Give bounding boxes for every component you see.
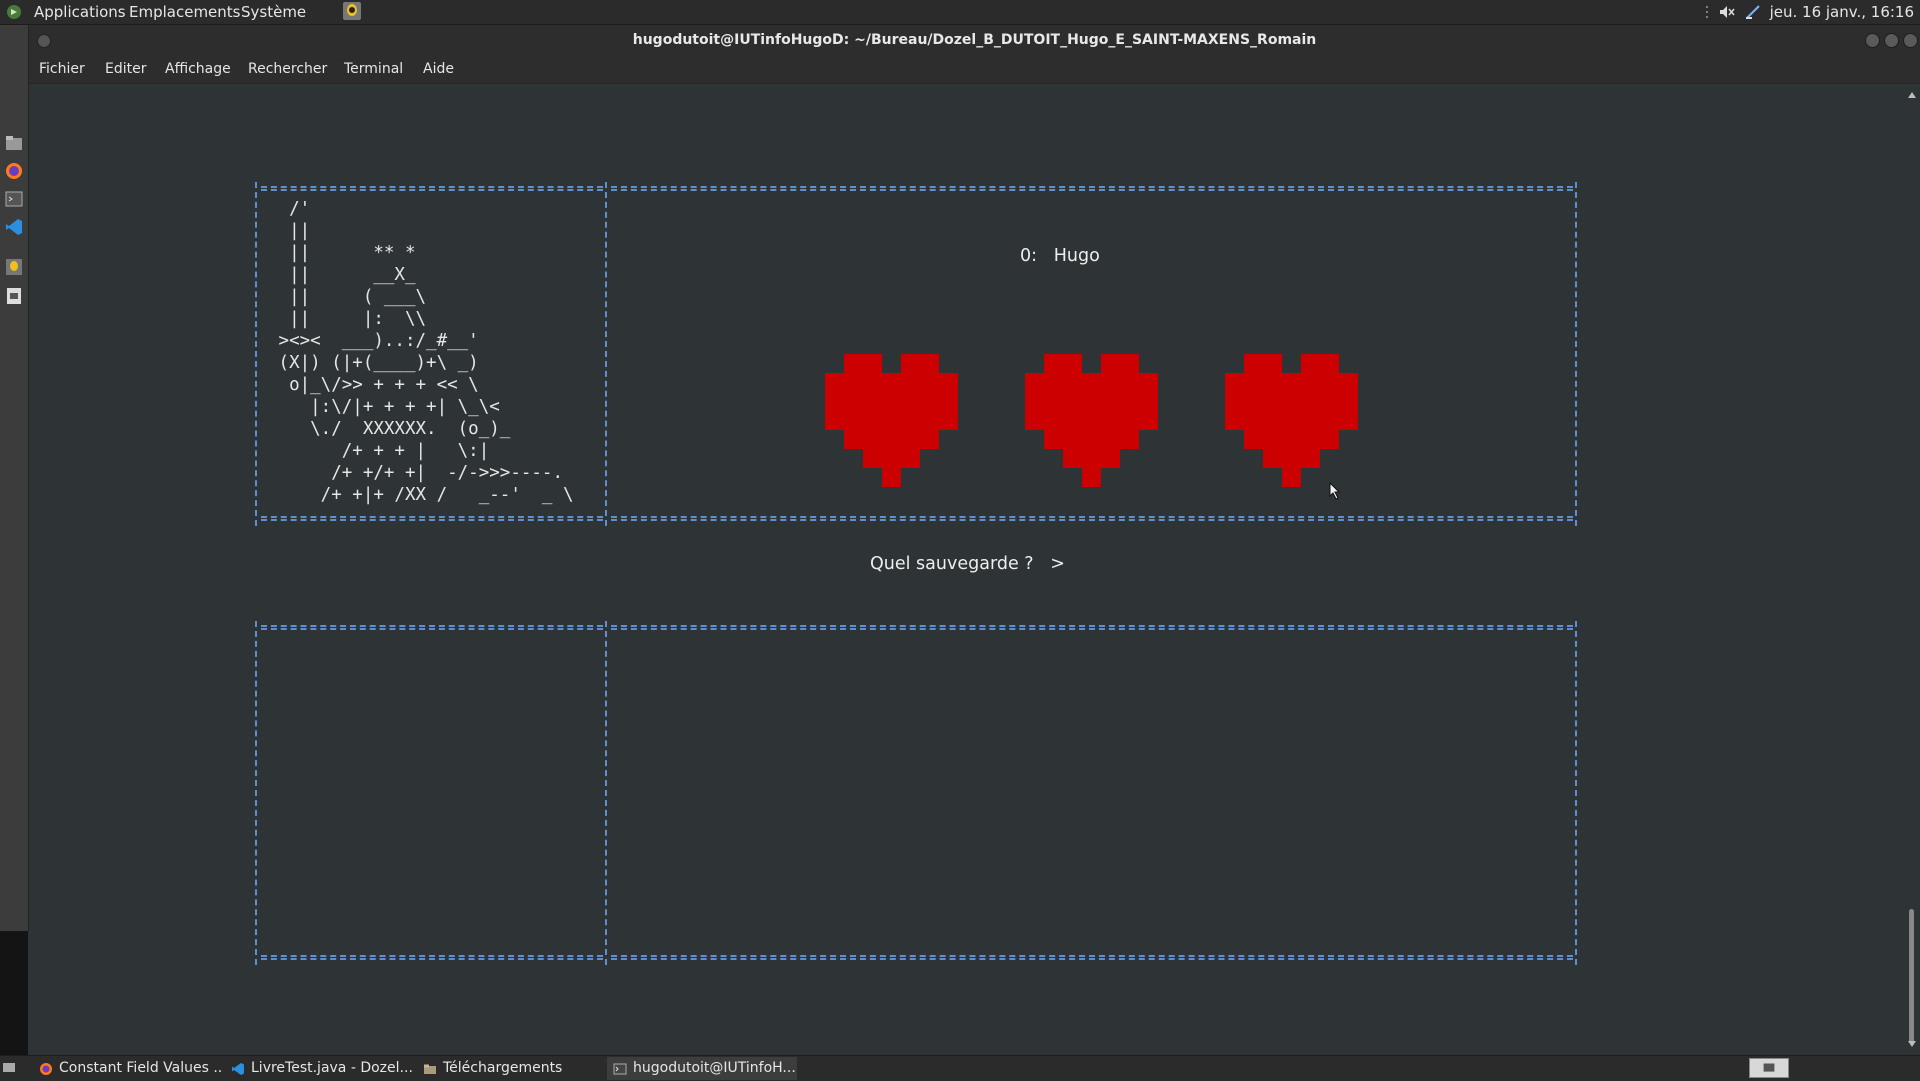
tux-icon[interactable] (5, 258, 23, 276)
menu-editer[interactable]: Editer (105, 55, 146, 83)
heart-icon (1025, 354, 1158, 487)
save-slot-entry: 0: Hugo (1020, 246, 1100, 266)
frame-mid-left (261, 516, 603, 521)
frame2-right-edge (1575, 621, 1577, 965)
network-icon[interactable] (1744, 3, 1762, 21)
maximize-button[interactable] (1884, 33, 1899, 48)
workspace-switcher[interactable] (1749, 1058, 1789, 1078)
menu-aide[interactable]: Aide (423, 55, 454, 83)
workspace-window-icon (1763, 1063, 1775, 1072)
system-menu[interactable]: Système (241, 0, 306, 24)
window-titlebar[interactable]: hugodutoit@IUTinfoHugoD: ~/Bureau/Dozel_… (29, 25, 1920, 55)
taskbar: Constant Field Values ... LivreTest.java… (0, 1055, 1920, 1081)
frame2-top-right (611, 625, 1573, 630)
frame2-top-left (261, 625, 603, 630)
terminal-icon[interactable] (5, 190, 23, 208)
save-prompt: Quel sauvegarde ? > (870, 554, 1065, 574)
task-label: Téléchargements (443, 1060, 563, 1076)
menu-fichier[interactable]: Fichier (39, 55, 85, 83)
menu-affichage[interactable]: Affichage (165, 55, 231, 83)
heart-icon (1225, 354, 1358, 487)
clock[interactable]: jeu. 16 janv., 16:16 (1770, 3, 1914, 21)
terminal-icon (613, 1063, 627, 1074)
window-menu-button[interactable] (37, 34, 51, 48)
frame2-bottom-left (261, 955, 603, 960)
volume-muted-icon[interactable] (1718, 3, 1736, 21)
applications-menu[interactable]: Applications (34, 0, 126, 24)
task-vscode[interactable]: LivreTest.java - Dozel... (225, 1057, 415, 1080)
show-desktop-icon[interactable] (2, 1060, 16, 1074)
window-title: hugodutoit@IUTinfoHugoD: ~/Bureau/Dozel_… (632, 32, 1317, 48)
task-terminal[interactable]: hugodutoit@IUTinfoH... (607, 1057, 797, 1080)
folder-icon (424, 1064, 436, 1074)
frame2-left-edge (255, 621, 257, 965)
menubar: Fichier Editer Affichage Rechercher Term… (29, 55, 1920, 84)
task-label: Constant Field Values ... (59, 1060, 223, 1076)
firefox-icon (40, 1062, 52, 1075)
frame-top-right (611, 186, 1573, 191)
scrollbar-thumb[interactable] (1909, 909, 1914, 1044)
frame2-divider (605, 621, 607, 965)
task-downloads[interactable]: Téléchargements (417, 1057, 607, 1080)
tux-launcher-icon[interactable] (342, 1, 362, 21)
system-tray: jeu. 16 janv., 16:16 (1704, 0, 1920, 24)
scrollbar[interactable] (1903, 84, 1920, 1055)
firefox-icon[interactable] (5, 162, 23, 180)
task-label: hugodutoit@IUTinfoH... (633, 1060, 796, 1076)
terminal-window: hugodutoit@IUTinfoHugoD: ~/Bureau/Dozel_… (29, 25, 1920, 1055)
frame-mid-right (611, 516, 1573, 521)
task-firefox[interactable]: Constant Field Values ... (33, 1057, 223, 1080)
top-panel: Applications Emplacements Système jeu. 1… (0, 0, 1920, 25)
frame-top-left (261, 186, 603, 191)
frame-divider (605, 182, 607, 526)
menu-rechercher[interactable]: Rechercher (248, 55, 327, 83)
knight-ascii-art: /' || || ** * || __X_ || ( ___\ || |: \\… (278, 199, 574, 505)
minimize-button[interactable] (1865, 33, 1880, 48)
file-manager-icon[interactable] (5, 134, 23, 152)
vscode-icon (232, 1062, 244, 1075)
left-dock (0, 25, 29, 931)
scroll-up-arrow-icon[interactable] (1908, 92, 1916, 98)
vscode-icon[interactable] (5, 218, 23, 236)
menu-terminal[interactable]: Terminal (344, 55, 403, 83)
frame2-bottom-right (611, 955, 1573, 960)
dock-spacer (0, 931, 28, 1055)
frame-left-edge (255, 182, 257, 526)
task-label: LivreTest.java - Dozel... (251, 1060, 413, 1076)
drag-handle-icon (1705, 6, 1708, 18)
distro-logo-icon[interactable] (6, 4, 22, 20)
frame-right-edge (1575, 182, 1577, 526)
heart-icon (825, 354, 958, 487)
document-icon[interactable] (5, 287, 23, 305)
places-menu[interactable]: Emplacements (129, 0, 241, 24)
mouse-pointer-icon (1329, 482, 1341, 500)
scroll-down-arrow-icon[interactable] (1908, 1041, 1916, 1047)
close-button[interactable] (1903, 33, 1918, 48)
